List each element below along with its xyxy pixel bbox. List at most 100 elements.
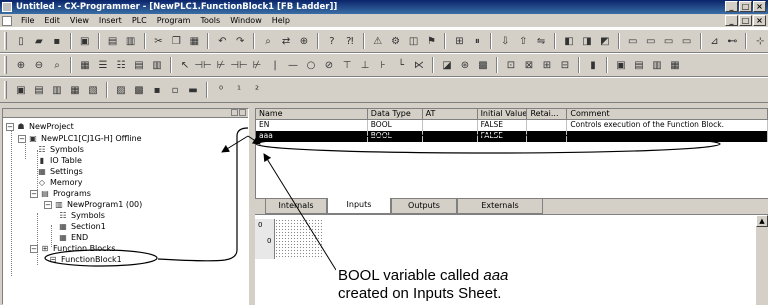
comment-icon[interactable]: ☷ bbox=[113, 57, 129, 73]
table-view-icon[interactable]: ▬ bbox=[185, 82, 201, 98]
tree-item-section1[interactable]: ▦ Section1 bbox=[58, 221, 106, 232]
toggle-icon[interactable]: ⚙ bbox=[388, 33, 404, 49]
tree-item-program-symbols[interactable]: ☷ Symbols bbox=[58, 210, 105, 221]
instruction-icon[interactable]: ⊤ bbox=[339, 57, 355, 73]
menu-window[interactable]: Window bbox=[225, 15, 267, 27]
address-ref-icon[interactable]: ⊠ bbox=[521, 57, 537, 73]
vertical-line-icon[interactable]: | bbox=[267, 57, 283, 73]
base-2-icon[interactable]: ² bbox=[249, 82, 265, 98]
toolbar-grip[interactable] bbox=[4, 56, 7, 74]
cut-icon[interactable]: ✂ bbox=[151, 33, 167, 49]
compare-icon[interactable]: ⇋ bbox=[533, 33, 549, 49]
column-header-at[interactable]: AT bbox=[422, 109, 478, 120]
minimize-button[interactable]: _ bbox=[725, 1, 738, 12]
search-icon[interactable]: ⊕ bbox=[296, 33, 312, 49]
column-header-name[interactable]: Name bbox=[256, 109, 368, 120]
wire-up-icon[interactable]: ⊦ bbox=[375, 57, 391, 73]
close-button[interactable]: × bbox=[753, 1, 766, 12]
address-view-icon[interactable]: ▧ bbox=[85, 82, 101, 98]
run-icon[interactable]: ⊞ bbox=[451, 33, 467, 49]
menu-plc[interactable]: PLC bbox=[127, 15, 152, 27]
tree-item-program1[interactable]: − ▥ NewProgram1 (00) bbox=[44, 199, 142, 210]
vertical-scrollbar[interactable]: ▲ bbox=[756, 215, 768, 305]
menu-file[interactable]: File bbox=[16, 15, 39, 27]
redo-icon[interactable]: ↷ bbox=[232, 33, 248, 49]
window-icon-3[interactable]: ▭ bbox=[661, 33, 677, 49]
menu-view[interactable]: View bbox=[65, 15, 94, 27]
jump-icon[interactable]: ⊞ bbox=[539, 57, 555, 73]
tree-item-memory[interactable]: ◇ Memory bbox=[37, 177, 83, 188]
doc-close-button[interactable]: × bbox=[753, 15, 766, 26]
grid-icon[interactable]: ▦ bbox=[77, 57, 93, 73]
watch-view-icon[interactable]: ▥ bbox=[49, 82, 65, 98]
find-icon[interactable]: ⌕ bbox=[260, 33, 276, 49]
replace-icon[interactable]: ⇄ bbox=[278, 33, 294, 49]
set-icon[interactable]: ◧ bbox=[561, 33, 577, 49]
ladder-grid[interactable] bbox=[275, 219, 323, 259]
io-comment-icon[interactable]: ▮ bbox=[585, 57, 601, 73]
print-icon[interactable]: ▤ bbox=[105, 33, 121, 49]
tree-item-settings[interactable]: ▦ Settings bbox=[37, 166, 83, 177]
column-header-comment[interactable]: Comment bbox=[567, 109, 768, 120]
properties-icon[interactable]: ▥ bbox=[649, 57, 665, 73]
tab-internals[interactable]: Internals bbox=[265, 199, 327, 214]
contact-nc-icon[interactable]: ⊬ bbox=[213, 57, 229, 73]
project-window-icon[interactable]: ▦ bbox=[667, 57, 683, 73]
copy-icon[interactable]: ❐ bbox=[168, 33, 184, 49]
tree-item-end[interactable]: ▦ END bbox=[58, 232, 88, 243]
column-header-data-type[interactable]: Data Type bbox=[367, 109, 423, 120]
window-icon-2[interactable]: ▭ bbox=[643, 33, 659, 49]
toolbar-grip[interactable] bbox=[4, 32, 7, 50]
column-header-retain[interactable]: Retai... bbox=[527, 109, 568, 120]
tab-externals[interactable]: Externals bbox=[457, 199, 543, 214]
coil-nc-icon[interactable]: ⊘ bbox=[321, 57, 337, 73]
address-icon[interactable]: ⊡ bbox=[503, 57, 519, 73]
diff-icon[interactable]: ⊿ bbox=[707, 33, 723, 49]
document-icon[interactable] bbox=[2, 15, 12, 26]
memory-view-icon[interactable]: ▨ bbox=[113, 82, 129, 98]
contact-or-icon[interactable]: ⊣⊢ bbox=[230, 57, 247, 73]
print-preview-icon[interactable]: ▥ bbox=[123, 33, 139, 49]
undo-icon[interactable]: ↶ bbox=[214, 33, 230, 49]
toolbar-grip[interactable] bbox=[4, 81, 7, 99]
zoom-out-icon[interactable]: ⊖ bbox=[31, 57, 47, 73]
tree-item-functionblock1[interactable]: ⊟ FunctionBlock1 bbox=[48, 254, 122, 265]
online-icon[interactable]: ⚠ bbox=[370, 33, 386, 49]
window-icon-1[interactable]: ▭ bbox=[625, 33, 641, 49]
menu-edit[interactable]: Edit bbox=[39, 15, 65, 27]
tab-outputs[interactable]: Outputs bbox=[391, 199, 457, 214]
zoom-fit-icon[interactable]: ⌕ bbox=[49, 57, 65, 73]
column-header-initial-value[interactable]: Initial Value bbox=[477, 109, 528, 120]
menu-help[interactable]: Help bbox=[267, 15, 295, 27]
output-window-icon[interactable]: ▣ bbox=[613, 57, 629, 73]
watch-window-icon[interactable]: ▤ bbox=[631, 57, 647, 73]
tree-item-io-table[interactable]: ▮ IO Table bbox=[37, 155, 82, 166]
extra-icon[interactable]: ⊹ bbox=[752, 33, 768, 49]
doc-restore-button[interactable]: □ bbox=[739, 15, 752, 26]
pause-icon[interactable]: ⏸ bbox=[469, 33, 485, 49]
symbol-table-icon[interactable]: ☰ bbox=[95, 57, 111, 73]
reset-icon[interactable]: ◨ bbox=[579, 33, 595, 49]
save-icon[interactable]: ▪ bbox=[49, 33, 65, 49]
data-trace-icon[interactable]: ⊟ bbox=[557, 57, 573, 73]
symbols-view-icon[interactable]: ▫ bbox=[167, 82, 183, 98]
settings-view-icon[interactable]: ▪ bbox=[149, 82, 165, 98]
tree-item-function-blocks[interactable]: − ⊞ Function Blocks bbox=[30, 243, 115, 254]
base-10-icon[interactable]: ⁰ bbox=[213, 82, 229, 98]
paste-icon[interactable]: ▦ bbox=[186, 33, 202, 49]
output-view-icon[interactable]: ▤ bbox=[31, 82, 47, 98]
pane-restore-icon[interactable] bbox=[231, 109, 238, 116]
io-view-icon[interactable]: ▩ bbox=[131, 82, 147, 98]
menu-program[interactable]: Program bbox=[152, 15, 196, 27]
force-icon[interactable]: ◩ bbox=[597, 33, 613, 49]
open-folder-icon[interactable]: ▰ bbox=[31, 33, 47, 49]
tree-item-project[interactable]: − ☗ NewProject bbox=[6, 121, 74, 132]
menu-insert[interactable]: Insert bbox=[94, 15, 127, 27]
horizontal-line-icon[interactable]: — bbox=[285, 57, 301, 73]
context-help-icon[interactable]: ⁈ bbox=[342, 33, 358, 49]
download-icon[interactable]: ⇩ bbox=[497, 33, 513, 49]
table-row[interactable]: EN BOOL FALSE Controls execution of the … bbox=[256, 120, 768, 131]
monitor-icon[interactable]: ◫ bbox=[406, 33, 422, 49]
menu-tools[interactable]: Tools bbox=[195, 15, 225, 27]
coil-icon[interactable]: ○ bbox=[303, 57, 319, 73]
